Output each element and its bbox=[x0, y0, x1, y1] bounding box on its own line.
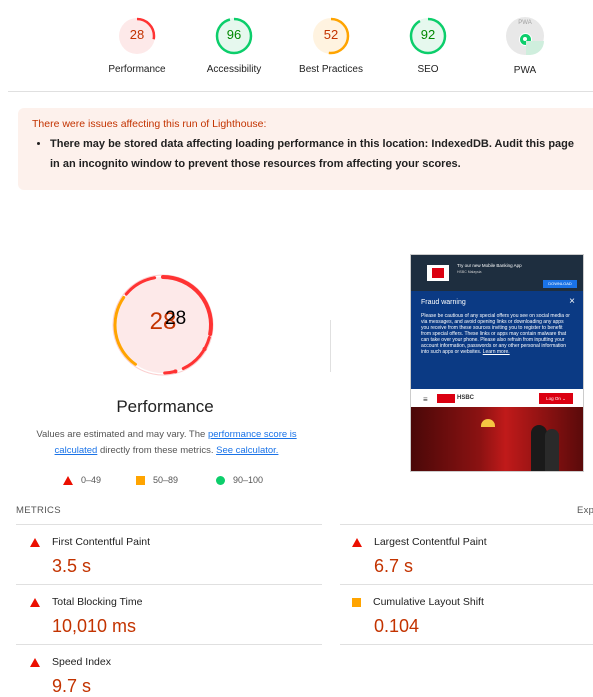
accessibility-gauge: 96 bbox=[214, 16, 254, 56]
logon-button[interactable]: Log On ⌄ bbox=[539, 393, 573, 404]
pass-circle-icon bbox=[216, 475, 225, 485]
header-divider bbox=[8, 91, 593, 92]
warning-box: There were issues affecting this run of … bbox=[18, 108, 593, 190]
menu-icon[interactable]: ≡ bbox=[423, 395, 428, 404]
metric-name: First Contentful Paint bbox=[52, 536, 151, 548]
fraud-close-icon[interactable]: × bbox=[569, 296, 575, 307]
metric-lcp: Largest Contentful Paint 6.7 s bbox=[352, 536, 487, 577]
category-accessibility[interactable]: 96 Accessibility bbox=[189, 16, 279, 75]
legend-pass: 90–100 bbox=[216, 475, 263, 485]
metric-name: Cumulative Layout Shift bbox=[373, 596, 484, 608]
fail-triangle-icon bbox=[30, 537, 40, 547]
warning-item-line1: There may be stored data affecting loadi… bbox=[50, 138, 575, 150]
fraud-title: Fraud warning bbox=[421, 299, 466, 306]
performance-score-overlay: 28 bbox=[165, 308, 187, 329]
warning-item-line2: in an incognito window to prevent those … bbox=[50, 158, 461, 170]
metric-marker-dot bbox=[202, 347, 207, 351]
site-nav: ≡ HSBC Log On ⌄ bbox=[411, 389, 583, 407]
performance-big-score: 28 bbox=[149, 308, 177, 335]
expand-view-toggle[interactable]: Exp bbox=[577, 505, 593, 516]
app-banner: Try our new Mobile Banking App HSBC Mala… bbox=[411, 255, 583, 291]
performance-description: Values are estimated and may vary. The p… bbox=[24, 427, 309, 459]
category-best-practices[interactable]: 52 Best Practices bbox=[286, 16, 376, 75]
vertical-divider bbox=[330, 320, 331, 372]
banner-subtitle: HSBC Malaysia bbox=[457, 270, 482, 274]
metric-divider bbox=[16, 644, 322, 645]
hsbc-logo-icon bbox=[437, 394, 455, 403]
performance-title: Performance bbox=[116, 397, 214, 416]
metric-value: 0.104 bbox=[374, 616, 420, 636]
fail-triangle-icon bbox=[352, 537, 362, 547]
average-square-icon bbox=[352, 597, 361, 607]
metrics-header: METRICS bbox=[16, 505, 61, 516]
legend-fail: 0–49 bbox=[63, 475, 101, 485]
category-seo[interactable]: 92 SEO bbox=[383, 16, 473, 75]
legend-average: 50–89 bbox=[136, 475, 178, 485]
hsbc-app-logo-icon bbox=[427, 265, 449, 281]
warning-title: There were issues affecting this run of … bbox=[32, 118, 267, 130]
performance-score: 28 bbox=[129, 27, 145, 42]
metric-value: 6.7 s bbox=[374, 556, 414, 576]
metric-name: Largest Contentful Paint bbox=[374, 536, 487, 548]
accessibility-label: Accessibility bbox=[206, 64, 262, 75]
fraud-warning-panel: Fraud warning × Please be cautious of an… bbox=[411, 291, 583, 389]
metric-divider bbox=[16, 584, 322, 585]
accessibility-score: 96 bbox=[226, 27, 242, 42]
metric-fcp: First Contentful Paint 3.5 s bbox=[30, 536, 150, 577]
pwa-badge-text: PWA bbox=[518, 20, 532, 26]
pwa-label: PWA bbox=[513, 65, 537, 76]
see-calculator-link[interactable]: See calculator. bbox=[216, 445, 278, 456]
metric-name: Speed Index bbox=[52, 656, 111, 668]
metric-tbt: Total Blocking Time 10,010 ms bbox=[30, 596, 142, 637]
metric-cls: Cumulative Layout Shift 0.104 bbox=[352, 596, 484, 637]
pwa-gauge: PWA bbox=[505, 17, 545, 57]
warning-list: There may be stored data affecting loadi… bbox=[32, 134, 593, 174]
fraud-text: Please be cautious of any special offers… bbox=[421, 313, 571, 355]
metric-value: 9.7 s bbox=[52, 676, 92, 696]
logon-label: Log On bbox=[546, 396, 561, 401]
best-practices-label: Best Practices bbox=[299, 64, 363, 75]
hero-image bbox=[411, 407, 583, 471]
metric-divider bbox=[340, 524, 593, 525]
legend-pass-label: 90–100 bbox=[233, 475, 264, 485]
legend-average-label: 50–89 bbox=[153, 475, 179, 485]
desc-text: Values are estimated and may vary. The bbox=[36, 429, 208, 440]
download-button[interactable]: DOWNLOAD bbox=[543, 280, 577, 288]
fail-triangle-icon bbox=[30, 597, 40, 607]
best-practices-gauge: 52 bbox=[311, 16, 351, 56]
final-screenshot[interactable]: Try our new Mobile Banking App HSBC Mala… bbox=[410, 254, 584, 472]
metric-name: Total Blocking Time bbox=[52, 596, 143, 608]
fail-triangle-icon bbox=[63, 475, 73, 485]
pwa-badge-icon: PWA bbox=[506, 17, 544, 55]
metric-divider bbox=[16, 524, 322, 525]
category-pwa[interactable]: PWA PWA bbox=[480, 16, 570, 76]
desc-text-mid: directly from these metrics. bbox=[97, 445, 217, 456]
metric-divider bbox=[340, 644, 593, 645]
seo-score: 92 bbox=[420, 27, 436, 42]
warning-item: There may be stored data affecting loadi… bbox=[50, 134, 593, 174]
seo-gauge: 92 bbox=[408, 16, 448, 56]
category-performance[interactable]: 28 Performance bbox=[92, 16, 182, 75]
learn-more-link[interactable]: Learn more. bbox=[483, 349, 510, 355]
average-square-icon bbox=[136, 475, 145, 485]
seo-label: SEO bbox=[417, 64, 439, 75]
metric-divider bbox=[340, 584, 593, 585]
legend-fail-label: 0–49 bbox=[81, 475, 102, 485]
banner-title: Try our new Mobile Banking App bbox=[457, 263, 522, 268]
metric-marker-dot bbox=[173, 369, 178, 374]
best-practices-score: 52 bbox=[323, 27, 339, 42]
fail-triangle-icon bbox=[30, 657, 40, 667]
performance-big-gauge: 28 28 bbox=[108, 270, 218, 380]
performance-label: Performance bbox=[108, 64, 166, 75]
metric-value: 3.5 s bbox=[52, 556, 92, 576]
metric-value: 10,010 ms bbox=[52, 616, 137, 636]
performance-gauge: 28 bbox=[117, 16, 157, 56]
brand-name: HSBC bbox=[457, 395, 475, 401]
